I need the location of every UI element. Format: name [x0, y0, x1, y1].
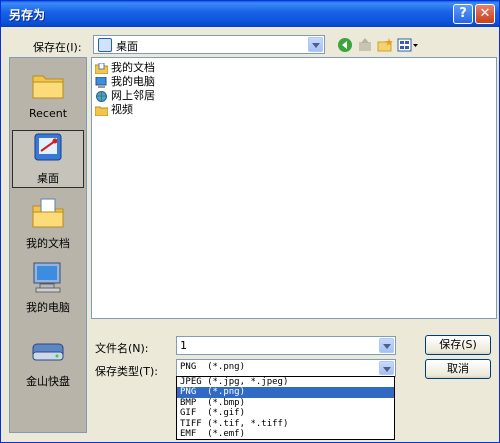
filetype-option[interactable]: TIFF (*.tif, *.tiff) — [177, 419, 394, 429]
close-button[interactable]: ✕ — [475, 4, 495, 24]
computer-icon — [95, 76, 107, 88]
file-name: 网上邻居 — [111, 89, 155, 102]
filetype-option[interactable]: EMF (*.emf) — [177, 429, 394, 439]
file-name: 我的电脑 — [111, 75, 155, 88]
filetype-label: 保存类型(T): — [95, 365, 159, 378]
save-button[interactable]: 保存(S) — [425, 335, 491, 355]
filetype-option-selected[interactable]: PNG (*.png) — [177, 387, 394, 398]
new-folder-icon[interactable] — [377, 37, 393, 53]
documents-folder-icon — [95, 62, 108, 74]
place-recent[interactable]: Recent — [12, 68, 84, 120]
list-item[interactable]: 网上邻居 — [95, 89, 155, 103]
file-name: 我的文档 — [111, 61, 155, 74]
place-label: 我的文档 — [26, 237, 70, 250]
place-desktop[interactable]: 桌面 — [12, 130, 84, 188]
place-my-documents[interactable]: 我的文档 — [12, 196, 84, 251]
back-icon[interactable] — [337, 37, 353, 53]
place-kuaipan[interactable]: 金山快盘 — [12, 334, 84, 389]
my-computer-icon — [33, 262, 61, 293]
save-in-value: 桌面 — [116, 40, 138, 53]
help-button[interactable]: ? — [453, 4, 473, 24]
title-bar[interactable]: 另存为 ? ✕ — [1, 1, 499, 27]
filename-value[interactable]: 1 — [180, 339, 187, 352]
filetype-option[interactable]: GIF (*.gif) — [177, 408, 394, 418]
folder-icon — [95, 106, 108, 116]
place-label: 桌面 — [37, 172, 59, 185]
filename-combo[interactable]: 1 — [176, 336, 396, 355]
recent-folder-icon — [32, 75, 64, 99]
chevron-down-icon[interactable] — [308, 37, 323, 52]
list-item[interactable]: 视频 — [95, 103, 133, 117]
view-menu-icon[interactable] — [397, 37, 419, 53]
drive-icon — [32, 343, 64, 361]
list-item[interactable]: 我的文档 — [95, 61, 155, 75]
filetype-combo[interactable]: PNG (*.png) — [176, 359, 396, 377]
filetype-option[interactable]: BMP (*.bmp) — [177, 398, 394, 408]
place-label: 我的电脑 — [26, 301, 70, 314]
save-as-dialog: 另存为 ? ✕ 保存在(I): 桌面 Recent 桌面 我的文档 我的电脑 金… — [0, 0, 500, 443]
cancel-button[interactable]: 取消 — [425, 359, 491, 379]
desktop-small-icon — [98, 38, 112, 52]
save-in-combo[interactable]: 桌面 — [93, 35, 325, 54]
file-list[interactable]: 我的文档 我的电脑 网上邻居 视频 — [91, 57, 497, 319]
network-icon — [96, 90, 107, 102]
filetype-option[interactable]: JPEG (*.jpg, *.jpeg) — [177, 377, 394, 387]
my-documents-icon — [32, 198, 64, 228]
up-folder-icon[interactable] — [357, 37, 373, 53]
filetype-value: PNG (*.png) — [180, 362, 246, 372]
place-my-computer[interactable]: 我的电脑 — [12, 260, 84, 315]
chevron-down-icon[interactable] — [379, 338, 394, 353]
list-item[interactable]: 我的电脑 — [95, 75, 155, 89]
place-label: Recent — [28, 107, 68, 120]
place-label: 金山快盘 — [26, 375, 70, 388]
desktop-icon — [34, 133, 62, 161]
chevron-down-icon[interactable] — [379, 361, 394, 375]
file-name: 视频 — [111, 103, 133, 116]
places-bar: Recent 桌面 我的文档 我的电脑 金山快盘 — [9, 57, 87, 433]
window-title: 另存为 — [9, 8, 46, 22]
filetype-dropdown[interactable]: JPEG (*.jpg, *.jpeg) PNG (*.png) BMP (*.… — [176, 376, 395, 440]
save-in-label: 保存在(I): — [33, 41, 82, 54]
filename-label: 文件名(N): — [95, 342, 149, 355]
